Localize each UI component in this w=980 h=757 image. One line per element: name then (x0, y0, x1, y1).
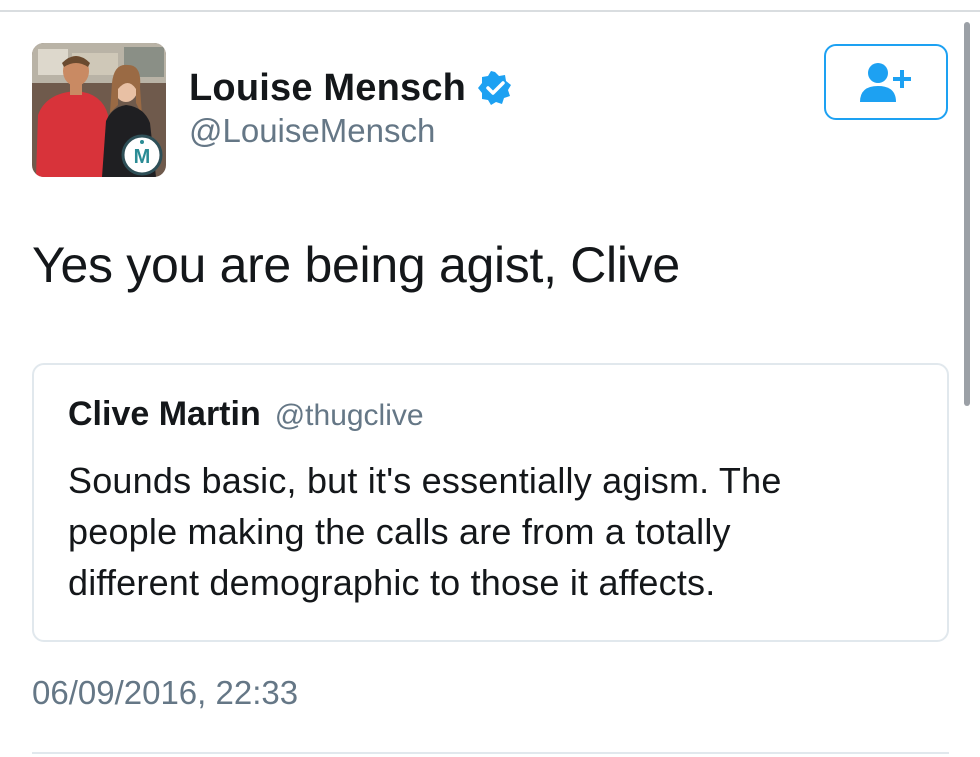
quoted-tweet-line: Sounds basic, but it's essentially agism… (68, 460, 782, 501)
quoted-tweet-card[interactable]: Clive Martin @thugclive Sounds basic, bu… (32, 363, 949, 642)
follow-button[interactable] (824, 44, 948, 120)
quoted-author-handle: @thugclive (274, 399, 424, 432)
tweet-text: Yes you are being agist, Clive (32, 237, 680, 293)
quoted-tweet-line: different demographic to those it affect… (68, 562, 716, 603)
avatar-badge-letter: M (134, 146, 151, 168)
author-handle[interactable]: @LouiseMensch (189, 112, 435, 150)
author-name-row[interactable]: Louise Mensch (189, 66, 512, 110)
author-display-name[interactable]: Louise Mensch (189, 67, 466, 110)
bottom-divider (32, 752, 949, 754)
top-divider (0, 0, 980, 12)
quoted-tweet-text: Sounds basic, but it's essentially agism… (68, 455, 928, 608)
tweet-timestamp[interactable]: 06/09/2016, 22:33 (32, 674, 298, 712)
avatar-photo: M (32, 43, 166, 177)
author-avatar[interactable]: M (32, 43, 166, 177)
quoted-tweet-header: Clive Martin @thugclive (68, 395, 424, 434)
quoted-tweet-line: people making the calls are from a total… (68, 511, 731, 552)
verified-badge-icon (478, 71, 512, 105)
add-user-icon (860, 63, 911, 102)
quoted-author-name: Clive Martin (68, 395, 261, 433)
scrollbar[interactable] (964, 22, 970, 406)
